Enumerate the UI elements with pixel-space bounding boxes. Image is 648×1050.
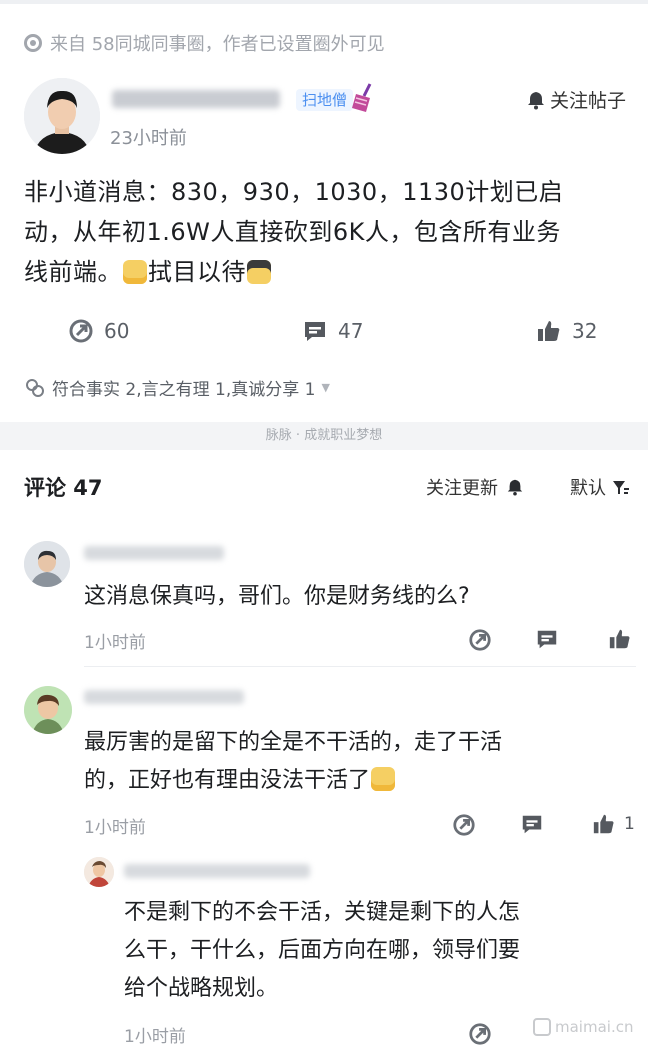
reply-text-line: 不是剩下的不会干活，关键是剩下的人怎 <box>124 900 521 925</box>
comment-text: 最厉害的是留下的全是不干活的，走了干活 的，正好也有理由没法干活了 <box>84 724 502 800</box>
post-source-text: 来自 58同城同事圈，作者已设置圈外可见 <box>50 34 385 55</box>
thumbs-up-icon <box>593 814 614 834</box>
follow-post-button[interactable]: 关注帖子 <box>526 86 626 113</box>
eye-icon <box>24 34 42 52</box>
post-body-line3-a: 线前端。 <box>24 258 122 286</box>
sort-label: 默认 <box>570 478 606 499</box>
chevron-down-icon: ▼ <box>321 381 330 394</box>
follow-updates-label: 关注更新 <box>426 478 498 499</box>
commenter-avatar[interactable] <box>24 686 72 734</box>
thumbs-up-icon[interactable] <box>608 627 632 651</box>
commenter-avatar[interactable] <box>24 541 70 587</box>
follow-post-label: 关注帖子 <box>550 90 627 112</box>
comments-title: 评论 47 <box>24 476 103 500</box>
like-count: 32 <box>572 319 598 343</box>
watermark-text: maimai.cn <box>555 1018 634 1036</box>
grin-emoji-icon <box>123 260 147 284</box>
reply-text-line: 么干，干什么，后面方向在哪，领导们要 <box>124 938 521 963</box>
post-source: 来自 58同城同事圈，作者已设置圈外可见 <box>24 30 385 56</box>
reply-text: 不是剩下的不会干活，关键是剩下的人怎 么干，干什么，后面方向在哪，领导们要 给个… <box>124 894 520 1008</box>
post-body: 非小道消息：830，930，1030，1130计划已启 动，从年初1.6W人直接… <box>24 172 634 292</box>
bell-icon <box>528 91 544 109</box>
comment-text-line: 最厉害的是留下的全是不干活的，走了干活 <box>84 730 503 755</box>
reactions-summary[interactable]: 符合事实 2,言之有理 1,真诚分享 1 ▼ <box>24 375 330 400</box>
replier-name-redacted[interactable] <box>124 864 310 878</box>
thumbs-up-icon <box>538 321 560 341</box>
comment-action[interactable]: 47 <box>302 318 363 344</box>
replier-avatar[interactable] <box>84 857 114 887</box>
comment-count: 47 <box>338 319 364 343</box>
comment-icon[interactable] <box>520 812 544 836</box>
sort-dropdown[interactable]: 默认 <box>570 474 630 500</box>
reactions-text: 符合事实 2,言之有理 1,真诚分享 1 <box>52 380 316 400</box>
maimai-logo-icon <box>533 1018 551 1036</box>
share-icon <box>69 319 93 343</box>
grin-emoji-icon <box>371 767 396 791</box>
post-body-line-3: 线前端。 拭目以待 <box>24 252 634 292</box>
comment-text: 这消息保真吗，哥们。你是财务线的么? <box>84 584 470 609</box>
share-icon[interactable] <box>468 628 492 652</box>
post-body-line: 非小道消息：830，930，1030，1130计划已启 <box>24 178 564 206</box>
comment-like-count: 1 <box>624 814 635 834</box>
top-edge-line <box>0 0 648 4</box>
sunglasses-emoji-icon <box>247 260 271 284</box>
share-count: 60 <box>104 319 130 343</box>
reply-time: 1小时前 <box>124 1027 186 1047</box>
comment-time: 1小时前 <box>84 818 146 838</box>
post-body-line: 动，从年初1.6W人直接砍到6K人，包含所有业务 <box>24 218 561 246</box>
bell-icon <box>507 479 523 496</box>
broom-icon <box>350 82 376 114</box>
comment-text-line2: 的，正好也有理由没法干活了 <box>84 768 371 793</box>
watermark: maimai.cn <box>533 1018 633 1036</box>
author-avatar[interactable] <box>24 78 100 154</box>
follow-updates-button[interactable]: 关注更新 <box>426 474 524 500</box>
post-body-line3-b: 拭目以待 <box>148 258 246 286</box>
comment-icon <box>305 322 325 341</box>
comment-text-line-2: 的，正好也有理由没法干活了 <box>84 762 502 800</box>
comment-like-action[interactable]: 1 <box>592 812 635 836</box>
reply-text-line: 给个战略规划。 <box>124 976 279 1001</box>
share-icon[interactable] <box>452 813 476 837</box>
author-name-redacted[interactable] <box>112 90 280 108</box>
slogan-divider: 脉脉 · 成就职业梦想 <box>0 422 648 450</box>
comment-separator <box>84 666 636 667</box>
share-action[interactable]: 60 <box>68 318 129 344</box>
post-time: 23小时前 <box>110 128 187 149</box>
commenter-name-redacted[interactable] <box>84 690 244 704</box>
comment-icon[interactable] <box>535 627 559 651</box>
commenter-name-redacted[interactable] <box>84 546 224 560</box>
like-action[interactable]: 32 <box>536 318 597 344</box>
share-icon[interactable] <box>468 1022 492 1046</box>
author-tag: 扫地僧 <box>296 89 354 111</box>
filter-icon <box>613 481 629 494</box>
reaction-icon <box>26 378 44 397</box>
comment-time: 1小时前 <box>84 633 146 653</box>
